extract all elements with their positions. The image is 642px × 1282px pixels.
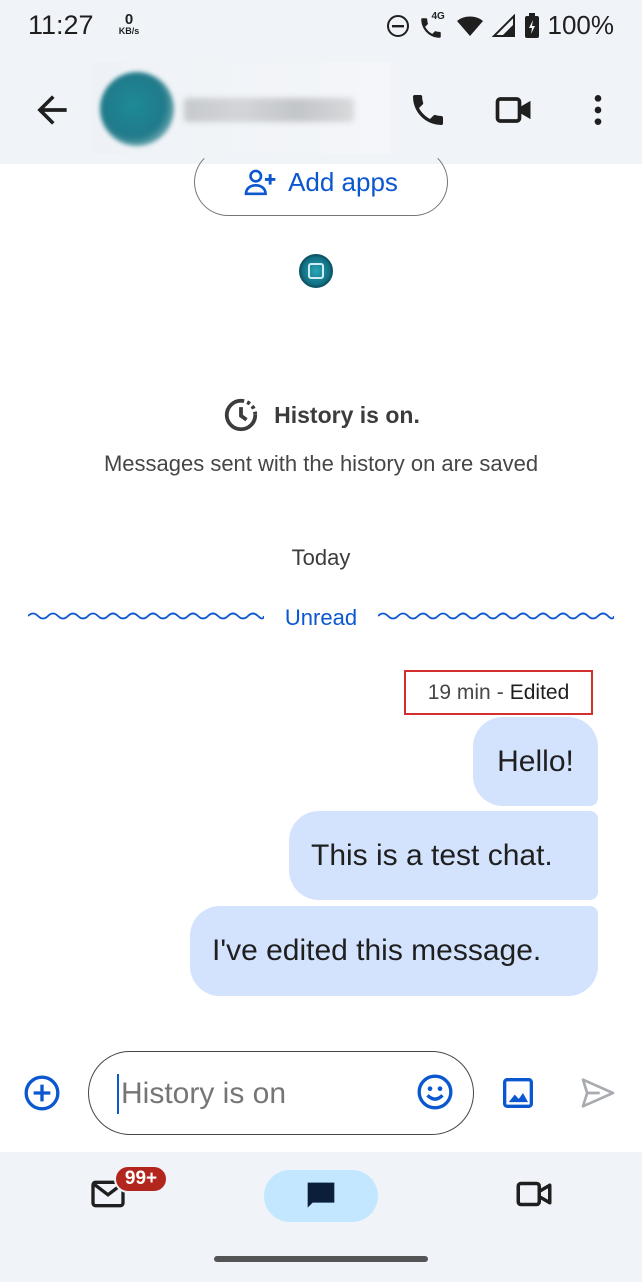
- message-bubble[interactable]: Hello!: [473, 717, 598, 806]
- network-speed-value: 0: [124, 11, 134, 28]
- image-icon: [503, 1078, 533, 1108]
- chat-icon: [307, 1182, 335, 1208]
- app-icon-glyph: [308, 263, 324, 279]
- contact-name-redacted: [184, 98, 354, 122]
- battery-charging-icon: [524, 12, 540, 39]
- mail-count-badge: 99+: [114, 1165, 168, 1193]
- contact-info[interactable]: [92, 62, 390, 154]
- network-speed-unit: KB/s: [118, 26, 140, 36]
- message-bubble[interactable]: I've edited this message.: [190, 906, 598, 996]
- wifi-calling-icon: 4G: [418, 10, 448, 39]
- back-button[interactable]: [30, 88, 74, 132]
- status-icons: 4G 100%: [386, 10, 615, 41]
- nav-chat[interactable]: [264, 1170, 378, 1222]
- history-notice: History is on.: [0, 396, 642, 434]
- add-person-icon: [244, 169, 276, 196]
- unread-wave-right: [378, 612, 614, 620]
- more-options-button[interactable]: [574, 86, 622, 134]
- insert-image-button[interactable]: [498, 1073, 538, 1113]
- message-time: 19 min: [427, 680, 491, 704]
- avatar: [100, 72, 174, 146]
- do-not-disturb-icon: [386, 14, 410, 38]
- message-meta: 19 min - Edited: [404, 670, 593, 715]
- nav-meet[interactable]: [508, 1166, 560, 1222]
- status-time: 11:27: [28, 10, 94, 40]
- wifi-icon: [456, 14, 484, 38]
- phone-icon: [413, 95, 443, 125]
- status-bar: 11:27 0 KB/s 4G 100%: [0, 0, 642, 56]
- arrow-back-icon: [37, 95, 67, 125]
- date-divider: Today: [291, 545, 351, 570]
- meet-icon: [516, 1181, 552, 1207]
- message-bubble[interactable]: This is a test chat.: [289, 811, 598, 900]
- more-vert-icon: [594, 95, 602, 125]
- edited-label: Edited: [509, 680, 570, 704]
- send-button[interactable]: [578, 1073, 618, 1113]
- add-apps-label: Add apps: [288, 166, 398, 197]
- add-circle-icon: [24, 1075, 60, 1111]
- history-subtitle: Messages sent with the history on are sa…: [103, 451, 539, 476]
- add-apps-button[interactable]: Add apps: [194, 148, 448, 216]
- emoji-button[interactable]: [415, 1072, 455, 1112]
- message-input[interactable]: [117, 1074, 407, 1114]
- network-speed: 0 KB/s: [114, 12, 144, 36]
- compose-field[interactable]: [88, 1051, 474, 1135]
- video-call-icon: [495, 97, 531, 123]
- app-icon: [299, 254, 333, 288]
- send-icon: [581, 1078, 615, 1108]
- battery-percent: 100%: [547, 10, 615, 40]
- history-title: History is on.: [274, 401, 420, 428]
- video-call-button[interactable]: [490, 86, 538, 134]
- voice-call-button[interactable]: [404, 86, 452, 134]
- unread-divider: Unread: [28, 603, 614, 635]
- home-indicator[interactable]: [214, 1256, 428, 1262]
- add-attachment-button[interactable]: [22, 1073, 62, 1113]
- emoji-icon: [417, 1074, 453, 1110]
- message-separator: -: [496, 680, 504, 704]
- cell-signal-icon: [491, 13, 516, 38]
- network-type-label: 4G: [431, 10, 445, 22]
- history-icon: [225, 398, 258, 432]
- bottom-nav: 99+: [0, 1152, 642, 1282]
